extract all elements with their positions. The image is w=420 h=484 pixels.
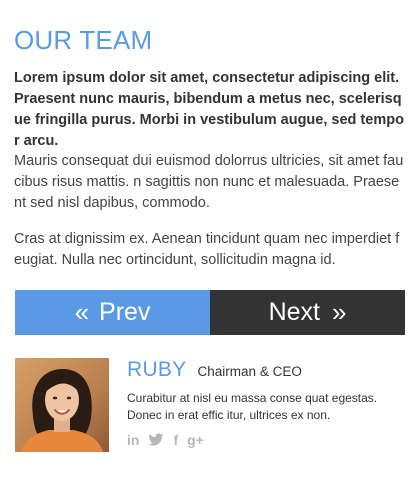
team-member-card: RUBY Chairman & CEO Curabitur at nisl eu… (15, 358, 405, 458)
portrait-photo (15, 358, 109, 452)
next-label: Next (268, 298, 320, 326)
social-links: in f g+ (127, 432, 405, 448)
double-chevron-left-icon: « (74, 296, 90, 327)
twitter-icon[interactable] (148, 433, 164, 447)
body-paragraph: Cras at dignissim ex. Aenean tincidunt q… (14, 231, 400, 268)
double-chevron-right-icon: » (331, 296, 347, 327)
lead-paragraph: Lorem ipsum dolor sit amet, consectetur … (14, 70, 404, 149)
member-role: Chairman & CEO (197, 364, 302, 379)
member-info: RUBY Chairman & CEO Curabitur at nisl eu… (127, 358, 405, 448)
team-pagination: « Prev Next » (15, 290, 405, 335)
facebook-icon[interactable]: f (173, 432, 178, 448)
prev-label: Prev (99, 298, 151, 326)
member-name: RUBY (127, 358, 187, 381)
prev-button[interactable]: « Prev (15, 290, 210, 335)
google-plus-icon[interactable]: g+ (187, 432, 204, 448)
linkedin-icon[interactable]: in (127, 432, 139, 448)
section-title: OUR TEAM (14, 25, 153, 55)
avatar (15, 358, 109, 452)
member-bio: Curabitur at nisl eu massa conse quat eg… (127, 391, 378, 422)
body-paragraph: Mauris consequat dui euismod dolorrus ul… (14, 153, 404, 211)
team-section: OUR TEAM Lorem ipsum dolor sit amet, con… (0, 0, 420, 484)
next-button[interactable]: Next » (210, 290, 405, 335)
